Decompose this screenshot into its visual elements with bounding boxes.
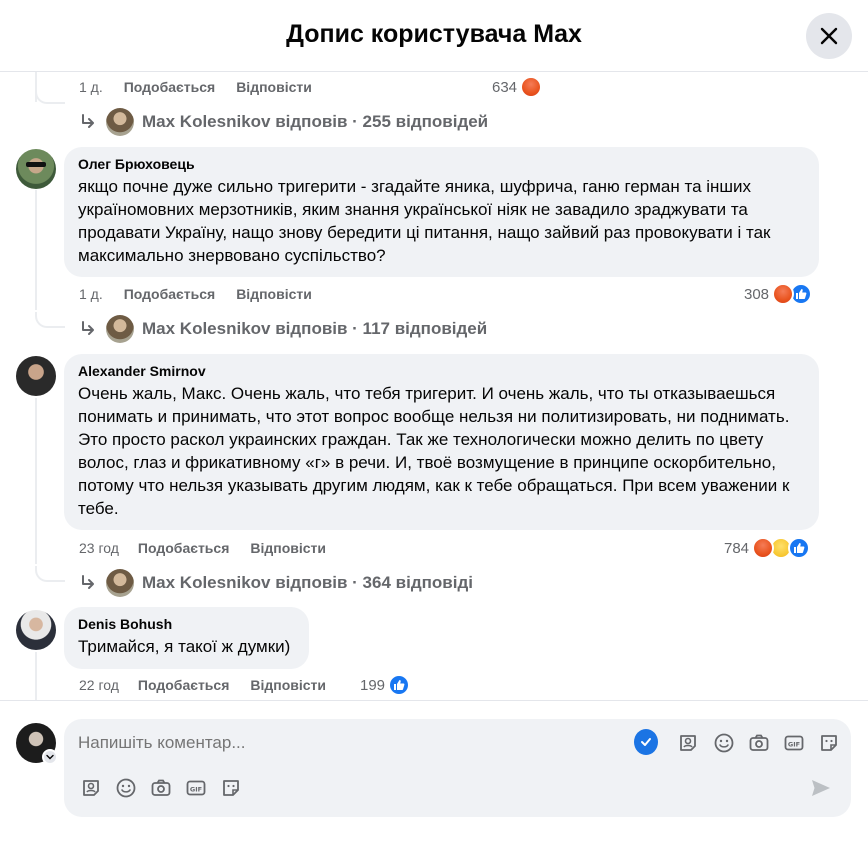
thread-line [35,398,37,564]
avatar[interactable] [16,149,56,189]
comment-time[interactable]: 1 д. [79,79,103,95]
smiley-icon [116,778,136,798]
gif-button[interactable]: GIF [184,776,208,800]
camera-icon [749,734,769,751]
comment-input-box[interactable]: GIF GIF [64,719,851,817]
view-replies-link[interactable]: Max Kolesnikov відповів · 364 відповіді [80,568,473,598]
dialog-header: Допис користувача Max [0,0,868,72]
reaction-count: 634 [492,78,518,96]
like-action[interactable]: Подобається [138,677,229,693]
reply-action[interactable]: Відповісти [250,540,326,556]
like-reaction-icon [788,537,811,559]
avatar[interactable] [16,610,56,650]
reply-arrow-icon [82,575,94,589]
like-action[interactable]: Подобається [138,540,229,556]
comment-author[interactable]: Олег Брюховець [78,155,805,173]
reply-arrow-icon [82,114,94,128]
thread-line [35,190,37,310]
comment-bubble: Alexander Smirnov Очень жаль, Макс. Очен… [64,354,819,530]
sticker-icon [223,780,239,796]
send-icon [812,780,830,796]
replies-summary: Max Kolesnikov відповів · 364 відповіді [142,573,473,592]
photo-button[interactable] [149,776,173,800]
svg-text:GIF: GIF [190,786,202,794]
avatar [106,108,134,136]
chevron-down-icon [46,754,54,760]
thread-line [35,652,37,700]
avatar[interactable] [16,356,56,396]
comment-bubble: Олег Брюховець якщо почне дуже сильно тр… [64,147,819,277]
verified-check-button[interactable] [634,729,658,755]
comment-meta: 22 год Подобається Відповісти [79,675,326,695]
gif-button[interactable]: GIF [782,731,806,755]
camera-icon [151,779,171,796]
send-button[interactable] [809,776,833,800]
reaction-count: 784 [724,539,750,557]
comment-meta: 23 год Подобається Відповісти [79,538,326,558]
gif-icon: GIF [784,735,804,751]
view-replies-link[interactable]: Max Kolesnikov відповів · 117 відповідей [80,314,487,344]
avatar-sticker-icon [680,735,696,751]
like-reaction-icon [388,674,411,696]
comment-time[interactable]: 23 год [79,540,119,556]
check-circle-icon [634,729,658,755]
angry-reaction-icon [520,76,543,98]
thread-curve [35,88,65,104]
emoji-button[interactable] [114,776,138,800]
reply-action[interactable]: Відповісти [236,286,312,302]
view-replies-link[interactable]: Max Kolesnikov відповів · 255 відповідей [80,107,488,137]
dialog-title: Допис користувача Max [286,20,582,48]
avatar-sticker-button[interactable] [79,776,103,800]
comment-composer: GIF GIF [0,700,868,843]
comment-meta: 1 д. Подобається Відповісти [79,284,312,304]
reactions-summary[interactable]: 199 [360,674,411,696]
emoji-button[interactable] [712,731,736,755]
reactions-summary[interactable]: 308 [744,283,813,305]
thread-curve [35,312,65,328]
comment-text: якщо почне дуже сильно тригерити - згада… [78,177,771,265]
comment-author[interactable]: Denis Bohush [78,615,295,633]
sticker-button[interactable] [219,776,243,800]
like-action[interactable]: Подобається [124,286,215,302]
reactions-summary[interactable]: 784 [724,537,811,559]
reactions-summary[interactable]: 634 [492,76,543,98]
smiley-icon [714,733,734,753]
reply-action[interactable]: Відповісти [250,677,326,693]
close-icon [820,27,838,45]
avatar [106,569,134,597]
comment-meta: 1 д. Подобається Відповісти [79,77,312,97]
reply-action[interactable]: Відповісти [236,79,312,95]
close-button[interactable] [806,13,852,59]
angry-reaction-icon [752,537,775,559]
reaction-count: 308 [744,285,770,303]
replies-summary: Max Kolesnikov відповів · 255 відповідей [142,112,489,131]
avatar [106,315,134,343]
reply-arrow-icon [82,321,94,335]
like-action[interactable]: Подобається [124,79,215,95]
sticker-button[interactable] [817,731,841,755]
comment-input[interactable] [78,733,598,753]
gif-icon: GIF [186,780,206,796]
angry-reaction-icon [772,283,795,305]
photo-button[interactable] [747,731,771,755]
reaction-count: 199 [360,676,386,694]
thread-curve [35,566,65,582]
avatar-sticker-icon [83,780,99,796]
comment-time[interactable]: 1 д. [79,286,103,302]
comment-text: Тримайся, я такої ж думки) [78,637,291,656]
sticker-icon [821,735,837,751]
avatar-sticker-button[interactable] [676,731,700,755]
comment-author[interactable]: Alexander Smirnov [78,362,805,380]
svg-text:GIF: GIF [788,741,800,749]
comment-time[interactable]: 22 год [79,677,119,693]
account-switcher[interactable] [42,749,58,765]
comment-text: Очень жаль, Макс. Очень жаль, что тебя т… [78,384,790,518]
comment-bubble: Denis Bohush Тримайся, я такої ж думки) [64,607,309,669]
replies-summary: Max Kolesnikov відповів · 117 відповідей [142,319,488,338]
